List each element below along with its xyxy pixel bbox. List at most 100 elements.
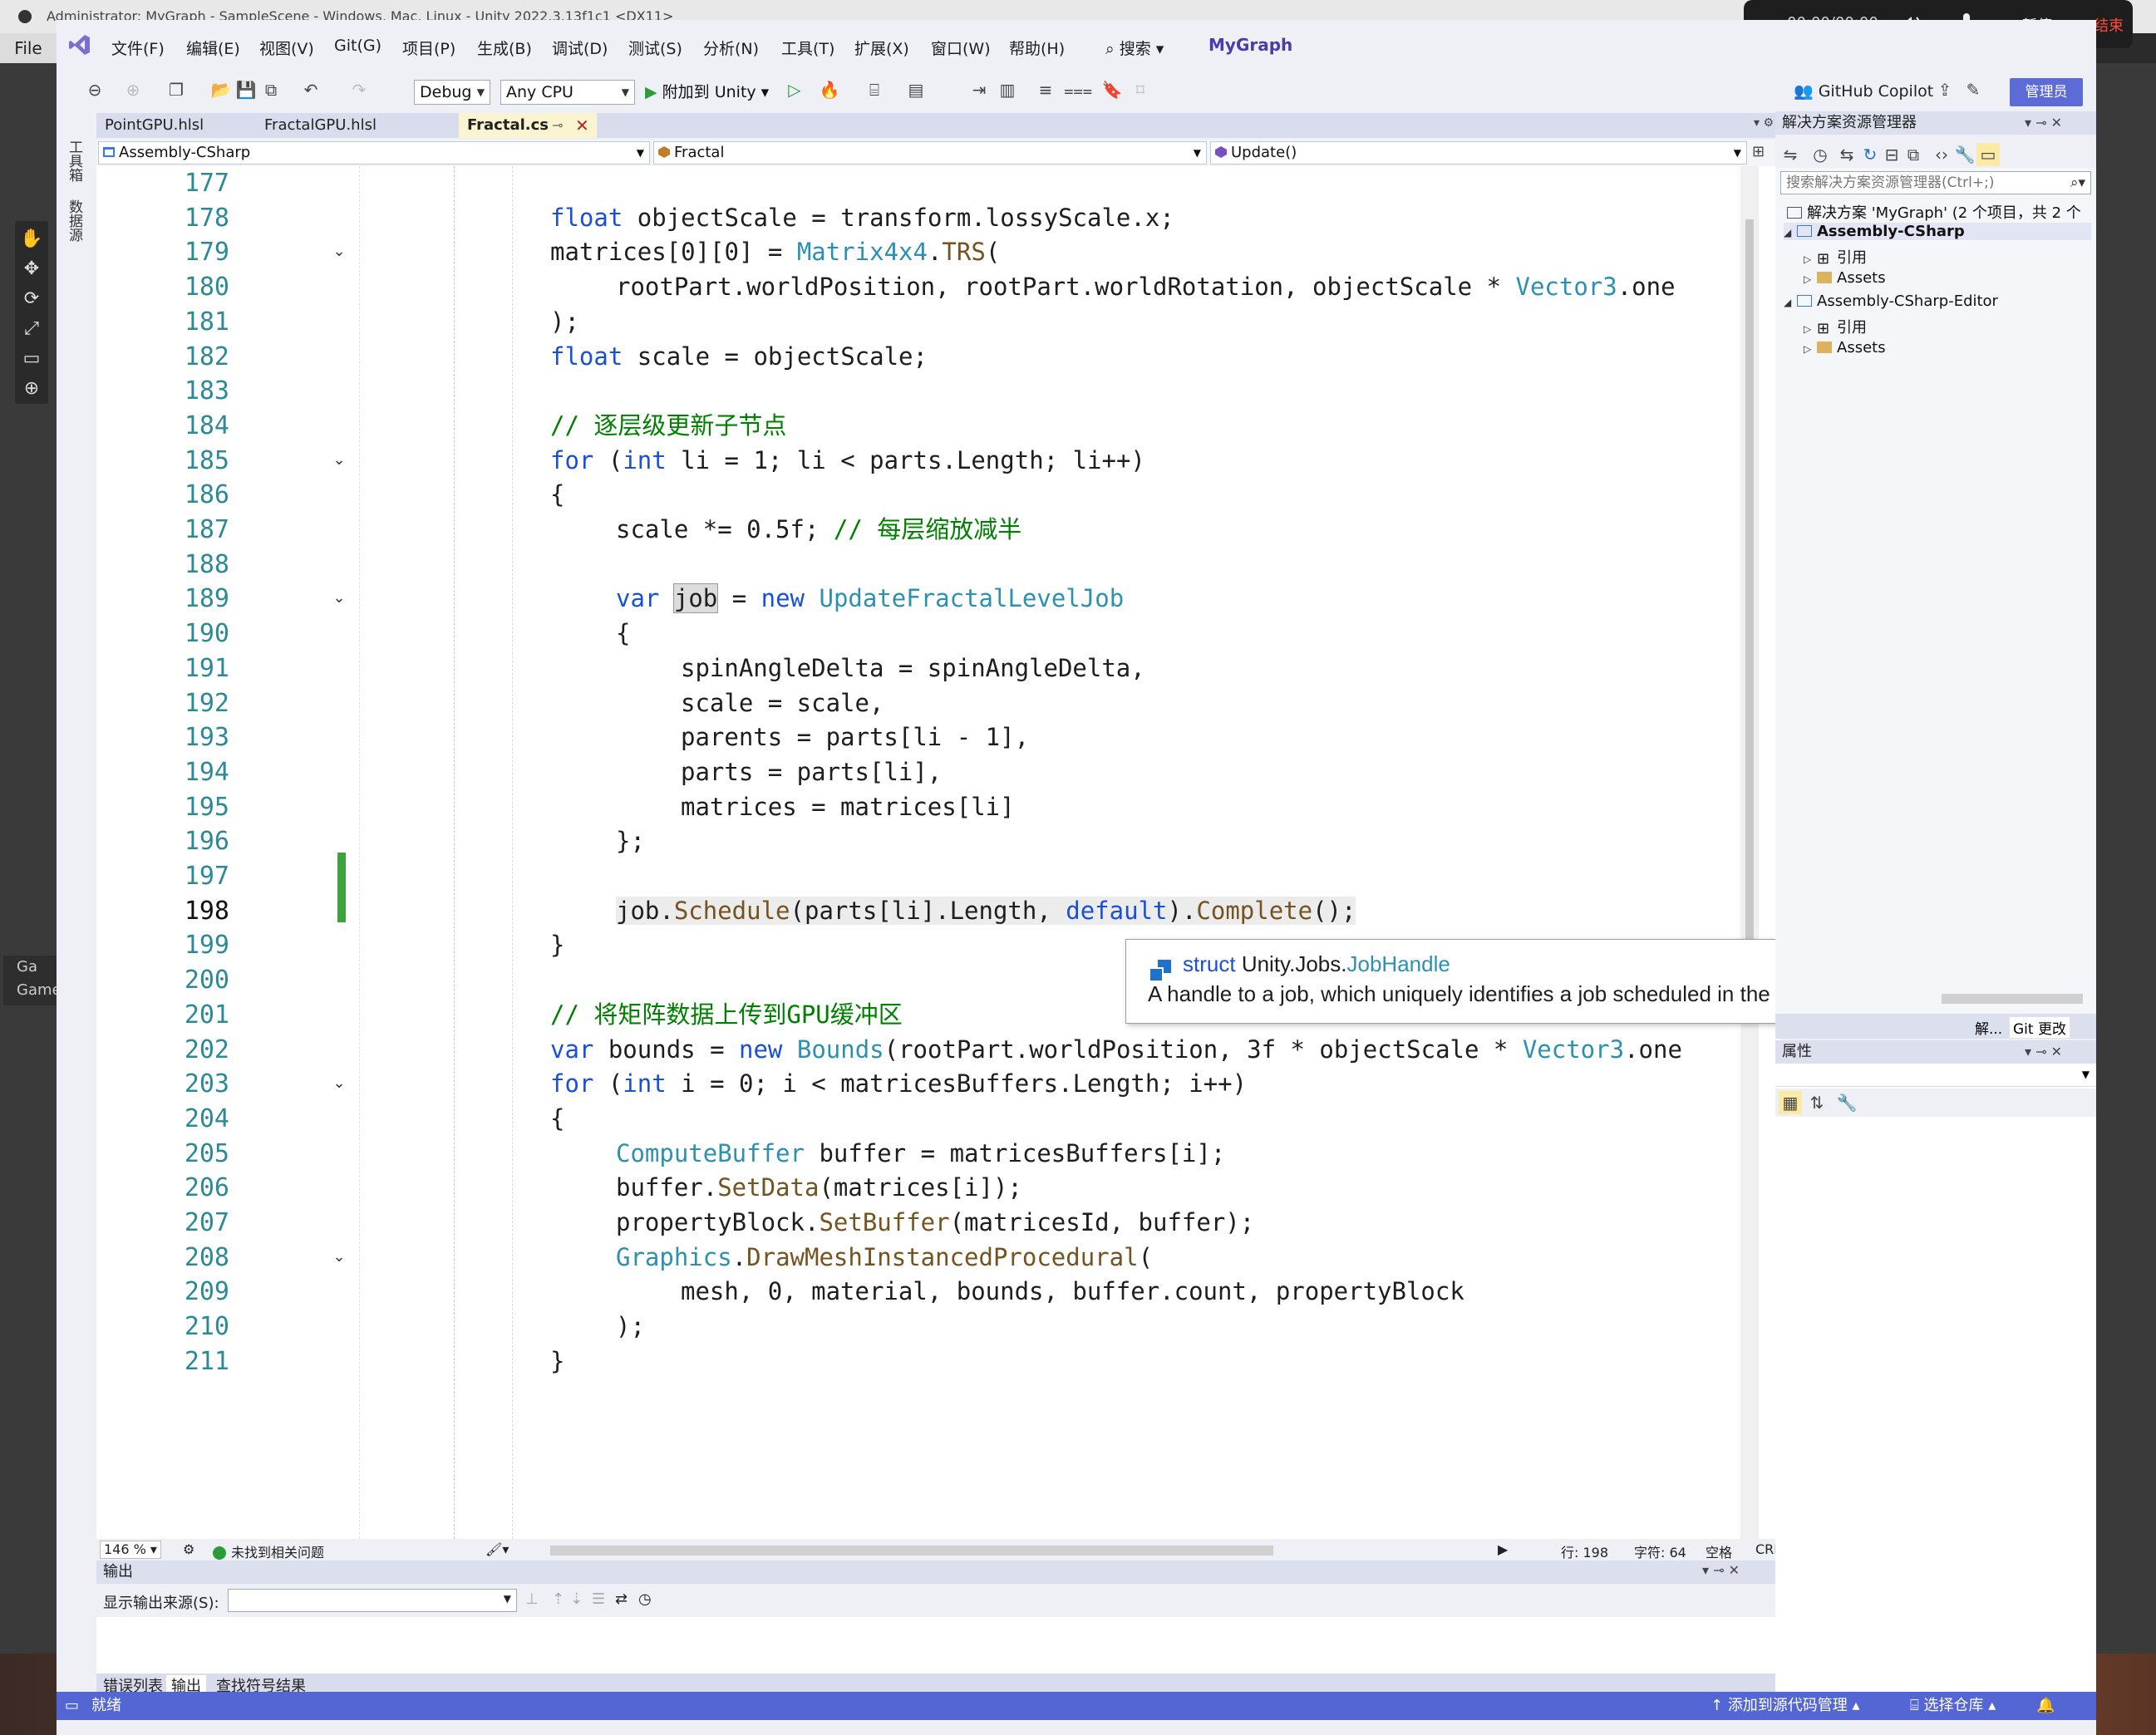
open-file-icon[interactable]: 📂 (209, 78, 233, 101)
issues-indicator[interactable]: 未找到相关问题 (213, 1541, 324, 1561)
add-to-source-control-button[interactable]: ↑ 添加到源代码管理 ▴ (1711, 1692, 1860, 1720)
code-line[interactable]: 195 matrices = matrices[li] (96, 790, 1780, 825)
code-line[interactable]: 197 (96, 859, 1780, 894)
tree-item-references[interactable]: ▷ ⊞ 引用 (1804, 246, 1867, 268)
rotate-tool-icon[interactable]: ⟳ (15, 284, 48, 314)
code-line[interactable]: 188 (96, 548, 1780, 582)
search-button[interactable]: ⌕ 搜索 ▾ (1105, 37, 1164, 59)
feedback-icon[interactable]: ✎ (1962, 78, 1985, 101)
sync-icon[interactable]: ⇋ (1779, 143, 1802, 166)
tree-item-assets[interactable]: ▷ Assets (1804, 339, 1886, 356)
save-icon[interactable]: 💾 (234, 78, 258, 101)
properties-controls[interactable]: ▾ ⊸ ✕ (2025, 1044, 2062, 1059)
save-all-icon[interactable]: ⧉ (259, 78, 283, 101)
code-line[interactable]: 193 parents = parts[li - 1], (96, 720, 1780, 755)
menu-build[interactable]: 生成(B) (477, 37, 532, 59)
properties-object-select[interactable]: ▼ (1775, 1064, 2096, 1087)
tree-item-references[interactable]: ▷ ⊞ 引用 (1804, 316, 1867, 337)
code-line[interactable]: 209 mesh, 0, material, bounds, buffer.cou… (96, 1275, 1780, 1310)
code-line[interactable]: 196}; (96, 824, 1780, 859)
toolbox-tab[interactable]: 工具箱 (66, 140, 85, 182)
new-project-icon[interactable]: ❐ (165, 78, 188, 101)
transform-tool-icon[interactable]: ⊕ (15, 374, 48, 404)
back-icon[interactable]: ⊖ (83, 78, 106, 101)
code-line[interactable]: 180 rootPart.worldPosition, rootPart.worl… (96, 270, 1780, 305)
code-line[interactable]: 185 ⌄ for (int li = 1; li < parts.Length; … (96, 444, 1780, 479)
pending-changes-icon[interactable]: ⇆ (1835, 143, 1858, 166)
fold-toggle-icon[interactable]: ⌄ (331, 1075, 347, 1092)
categorized-icon[interactable]: ▦ (1779, 1091, 1802, 1114)
redo-icon[interactable]: ↷ (347, 78, 371, 101)
code-line[interactable]: 207 propertyBlock.SetBuffer(matricesId, b… (96, 1206, 1780, 1241)
github-copilot-button[interactable]: 👥 GitHub Copilot (1794, 81, 1933, 101)
share-icon[interactable]: ⇪ (1933, 78, 1957, 101)
alphabetical-icon[interactable]: ⇅ (1805, 1091, 1829, 1114)
start-without-debug-icon[interactable]: ▷ (783, 78, 806, 101)
class-dropdown[interactable]: Fractal ▼ (653, 141, 1207, 165)
char-indicator[interactable]: 字符: 64 (1634, 1541, 1686, 1561)
line-indicator[interactable]: 行: 198 (1561, 1541, 1608, 1561)
code-line[interactable]: 210); (96, 1310, 1780, 1344)
word-wrap-icon[interactable]: ⇄ (615, 1590, 628, 1608)
whitespace-indicator[interactable]: 空格 (1706, 1541, 1732, 1561)
code-line[interactable]: 192 scale = scale, (96, 686, 1780, 721)
cleanup-icon[interactable]: ⚙ (183, 1541, 194, 1557)
bookmark-icon[interactable]: 🔖 (1100, 78, 1124, 101)
unity-game-tab[interactable]: Ga Game (3, 956, 62, 1005)
fold-toggle-icon[interactable]: ⌄ (331, 1248, 347, 1266)
code-line[interactable]: 204 { (96, 1102, 1780, 1137)
code-line[interactable]: 179 ⌄ matrices[0][0] = Matrix4x4.TRS( (96, 235, 1780, 270)
column-icon[interactable]: ▥ (996, 78, 1019, 101)
fold-toggle-icon[interactable]: ⌄ (331, 451, 347, 469)
rect-tool-icon[interactable]: ▭ (15, 344, 48, 374)
output-source-select[interactable]: ▼ (228, 1589, 517, 1612)
code-line[interactable]: 208 ⌄ Graphics.DrawMeshInstancedProcedural… (96, 1241, 1780, 1275)
configuration-select[interactable]: Debug ▼ (414, 80, 490, 105)
project-dropdown[interactable]: Assembly-CSharp ▼ (98, 141, 650, 165)
forward-icon[interactable]: ⊕ (121, 78, 145, 101)
scroll-right-icon[interactable]: ▶ (1498, 1541, 1508, 1557)
tab-solution-explorer[interactable]: 解... (1975, 1017, 2002, 1038)
code-line[interactable]: 187 scale *= 0.5f; // 每层缩放减半 (96, 513, 1780, 548)
menu-test[interactable]: 测试(S) (628, 37, 682, 59)
menu-window[interactable]: 窗口(W) (931, 37, 991, 59)
prev-bookmark-icon[interactable]: ⌑ (1129, 78, 1152, 101)
fold-toggle-icon[interactable]: ⌄ (331, 590, 347, 607)
code-line[interactable]: 186 { (96, 478, 1780, 513)
code-line[interactable]: 178 float objectScale = transform.lossySc… (96, 201, 1780, 236)
notifications-icon[interactable]: 🔔 (2036, 1692, 2055, 1720)
tab-pointgpu[interactable]: PointGPU.hlsl (96, 113, 256, 138)
menu-file[interactable]: 文件(F) (111, 37, 165, 59)
solution-explorer-scrollbar[interactable] (1942, 994, 2083, 1004)
code-line[interactable]: 205 ComputeBuffer buffer = matricesBuffer… (96, 1137, 1780, 1172)
code-line[interactable]: 183 (96, 374, 1780, 409)
code-editor[interactable]: 177 178 float objectScale = transform.loss… (96, 166, 1780, 1539)
horizontal-scrollbar[interactable] (550, 1546, 1273, 1556)
code-line[interactable]: 184 // 逐层级更新子节点 (96, 409, 1780, 444)
code-line[interactable]: 202 var bounds = new Bounds(rootPart.worl… (96, 1033, 1780, 1068)
indent-icon[interactable]: ≡ (1034, 78, 1057, 101)
refresh-icon[interactable]: ↻ (1858, 143, 1882, 166)
admin-badge[interactable]: 管理员 (2010, 78, 2083, 106)
step-icon[interactable]: ⇥ (967, 78, 991, 101)
tab-overflow-icon[interactable]: ▾ ⚙ (1754, 116, 1774, 130)
output-content[interactable] (96, 1617, 1780, 1674)
browse-icon[interactable]: ⌸ (863, 78, 886, 101)
code-line[interactable]: 190 { (96, 617, 1780, 651)
brush-icon[interactable]: 🖌▾ (485, 1541, 509, 1557)
preview-icon[interactable]: ▭ (1976, 143, 2000, 166)
select-repository-button[interactable]: ⌸ 选择仓库 ▴ (1910, 1692, 1996, 1720)
menu-debug[interactable]: 调试(D) (552, 37, 608, 59)
attach-to-unity-button[interactable]: ▶ 附加到 Unity ▾ (645, 80, 769, 102)
menu-view[interactable]: 视图(V) (259, 37, 314, 59)
code-line[interactable]: 182 float scale = objectScale; (96, 340, 1780, 375)
show-all-files-icon[interactable]: ⧉ (1902, 143, 1925, 166)
fold-toggle-icon[interactable]: ⌄ (331, 243, 347, 260)
solution-explorer-controls[interactable]: ▾ ⊸ ✕ (2025, 115, 2062, 130)
code-line[interactable]: 203 ⌄ for (int i = 0; i < matricesBuffers.… (96, 1067, 1780, 1102)
collapse-all-icon[interactable]: ⊟ (1880, 143, 1903, 166)
tree-item-assets[interactable]: ▷ Assets (1804, 269, 1886, 287)
vertical-scrollbar-thumb[interactable] (1745, 219, 1754, 967)
menu-project[interactable]: 项目(P) (402, 37, 455, 59)
find-message-icon[interactable]: ⊥ (525, 1590, 539, 1608)
